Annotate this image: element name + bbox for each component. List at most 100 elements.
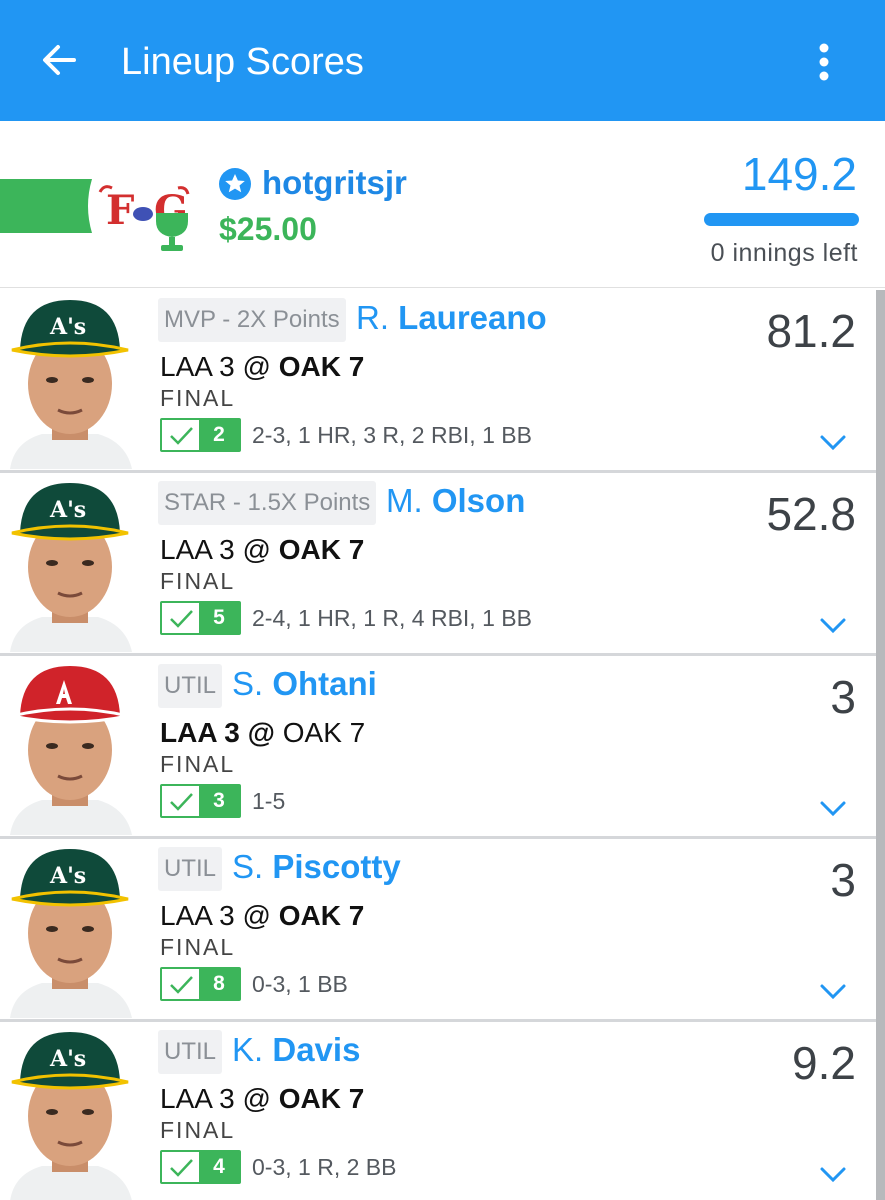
player-row[interactable]: A's UTIL S. Piscotty LAA 3 @ OAK 7 FINAL 8 0-3… <box>0 839 876 1022</box>
svg-text:A's: A's <box>49 1046 86 1072</box>
away-team-score: LAA 3 <box>160 1083 235 1114</box>
check-icon <box>170 610 193 628</box>
at-symbol: @ <box>242 900 271 931</box>
roster-slot-badge: UTIL <box>158 847 223 891</box>
check-icon <box>170 793 193 811</box>
at-symbol: @ <box>247 717 275 748</box>
player-headshot: A's <box>2 841 138 1018</box>
away-team-score: LAA 3 <box>160 717 240 748</box>
more-vertical-icon[interactable] <box>808 40 840 84</box>
player-initial: S. <box>232 848 264 885</box>
batting-order-number: 2 <box>199 420 239 450</box>
game-score: LAA 3 @ OAK 7 <box>160 1080 364 1118</box>
away-team-score: LAA 3 <box>160 534 235 565</box>
page-title: Lineup Scores <box>121 41 364 83</box>
batting-order-badge: 2 <box>160 418 241 452</box>
stat-line: 0-3, 1 R, 2 BB <box>252 1154 397 1180</box>
at-symbol: @ <box>242 534 271 565</box>
innings-left-label: 0 innings left <box>710 239 858 267</box>
batting-order-number: 8 <box>199 969 239 999</box>
lineup-summary[interactable]: 9 F G hotgritsjr $25.00 149.2 0 innings … <box>0 121 885 288</box>
player-last-name: Olson <box>431 482 526 519</box>
game-status: FINAL <box>160 934 236 960</box>
batting-order-number: 5 <box>199 603 239 633</box>
innings-progress-fill <box>704 213 859 226</box>
game-status: FINAL <box>160 1117 236 1143</box>
batting-order-number: 3 <box>199 786 239 816</box>
batting-order-badge: 8 <box>160 967 241 1001</box>
player-row[interactable]: A's MVP - 2X Points R. Laureano LAA 3 @ OAK… <box>0 290 876 473</box>
player-points: 9.2 <box>792 1037 856 1089</box>
away-team-score: LAA 3 <box>160 900 235 931</box>
player-row[interactable]: A's UTIL K. Davis LAA 3 @ OAK 7 FINAL 4 0-3, 1… <box>0 1022 876 1200</box>
roster-slot-badge: MVP - 2X Points <box>158 298 346 342</box>
arrow-left-icon[interactable] <box>38 38 82 82</box>
player-name[interactable]: S. Piscotty <box>232 845 401 889</box>
svg-text:A's: A's <box>49 497 86 523</box>
player-initial: R. <box>356 299 389 336</box>
player-points: 52.8 <box>766 488 856 540</box>
home-team-score: OAK 7 <box>278 900 365 931</box>
scrollbar[interactable] <box>876 290 885 1200</box>
batting-order-badge: 3 <box>160 784 241 818</box>
home-team-score: OAK 7 <box>282 717 366 748</box>
game-status: FINAL <box>160 751 236 777</box>
player-last-name: Davis <box>272 1031 361 1068</box>
stat-line: 0-3, 1 BB <box>252 971 348 997</box>
batting-order-badge: 5 <box>160 601 241 635</box>
roster-slot-badge: STAR - 1.5X Points <box>158 481 377 525</box>
game-score: LAA 3 @ OAK 7 <box>160 714 365 752</box>
chevron-down-icon[interactable] <box>818 796 848 820</box>
innings-progress-bar <box>704 213 859 226</box>
stat-line: 2-3, 1 HR, 3 R, 2 RBI, 1 BB <box>252 422 532 448</box>
svg-text:F: F <box>106 187 134 234</box>
check-icon <box>170 976 193 994</box>
player-name[interactable]: M. Olson <box>386 479 525 523</box>
player-row[interactable]: A's STAR - 1.5X Points M. Olson LAA 3 @ OAK… <box>0 473 876 656</box>
at-symbol: @ <box>242 351 271 382</box>
game-score: LAA 3 @ OAK 7 <box>160 348 364 386</box>
batting-order-badge: 4 <box>160 1150 241 1184</box>
at-symbol: @ <box>242 1083 271 1114</box>
stat-line: 1-5 <box>252 788 286 814</box>
chevron-down-icon[interactable] <box>818 430 848 454</box>
home-team-score: OAK 7 <box>278 1083 365 1114</box>
player-points: 3 <box>830 854 856 906</box>
app-bar: Lineup Scores <box>0 0 885 121</box>
username[interactable]: hotgritsjr <box>262 161 407 205</box>
player-list: A's MVP - 2X Points R. Laureano LAA 3 @ OAK… <box>0 290 876 1200</box>
svg-text:A's: A's <box>49 314 86 340</box>
trophy-icon <box>156 213 188 251</box>
svg-text:A's: A's <box>49 863 86 889</box>
game-status: FINAL <box>160 568 236 594</box>
roster-slot-badge: UTIL <box>158 1030 223 1074</box>
batting-order-number: 4 <box>199 1152 239 1182</box>
stat-line: 2-4, 1 HR, 1 R, 4 RBI, 1 BB <box>252 605 532 631</box>
check-icon <box>170 427 193 445</box>
home-team-score: OAK 7 <box>278 534 365 565</box>
player-headshot: A's <box>2 475 138 652</box>
player-initial: K. <box>232 1031 264 1068</box>
player-points: 81.2 <box>766 305 856 357</box>
chevron-down-icon[interactable] <box>818 1162 848 1186</box>
player-headshot: A's <box>2 1024 138 1200</box>
player-name[interactable]: R. Laureano <box>356 296 547 340</box>
star-icon <box>219 168 251 200</box>
player-name[interactable]: K. Davis <box>232 1028 360 1072</box>
away-team-score: LAA 3 <box>160 351 235 382</box>
game-score: LAA 3 @ OAK 7 <box>160 897 364 935</box>
chevron-down-icon[interactable] <box>818 979 848 1003</box>
total-points: 149.2 <box>741 148 857 200</box>
game-score: LAA 3 @ OAK 7 <box>160 531 364 569</box>
roster-slot-badge: UTIL <box>158 664 223 708</box>
home-team-score: OAK 7 <box>278 351 365 382</box>
player-row[interactable]: UTIL S. Ohtani LAA 3 @ OAK 7 FINAL 3 1-5 3 <box>0 656 876 839</box>
chevron-down-icon[interactable] <box>818 613 848 637</box>
check-icon <box>170 1159 193 1177</box>
player-last-name: Ohtani <box>272 665 377 702</box>
winnings-amount: $25.00 <box>219 211 317 247</box>
player-initial: M. <box>386 482 423 519</box>
player-name[interactable]: S. Ohtani <box>232 662 377 706</box>
player-last-name: Laureano <box>398 299 547 336</box>
game-status: FINAL <box>160 385 236 411</box>
